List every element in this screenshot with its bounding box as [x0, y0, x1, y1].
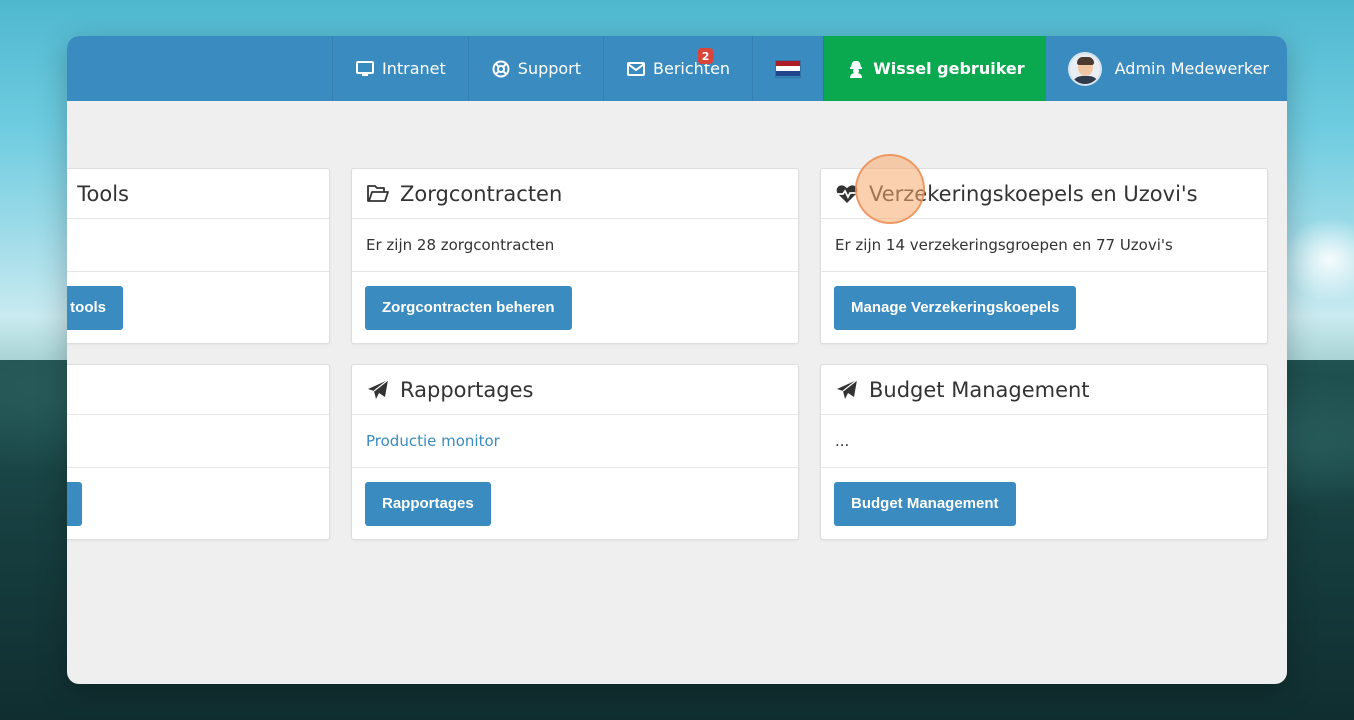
card-tools-title: Tools: [77, 181, 129, 206]
paper-plane-icon: [368, 379, 389, 399]
budget-body-text: ...: [835, 432, 850, 450]
nav-support-label: Support: [517, 59, 582, 78]
card-zorgcontracten-title: Zorgcontracten: [400, 181, 563, 206]
user-menu[interactable]: Admin Medewerker: [1044, 36, 1287, 101]
nav-intranet-label: Intranet: [382, 59, 446, 78]
card-budget-management-title: Budget Management: [869, 377, 1090, 402]
tools-button-label: tools: [70, 299, 106, 316]
netherlands-flag-icon: [775, 59, 802, 78]
nav-language[interactable]: [752, 36, 823, 101]
card-tools-header: Tools: [67, 169, 329, 219]
nav-berichten[interactable]: Berichten 2: [603, 36, 752, 101]
left-second-button[interactable]: [67, 481, 82, 526]
switch-user-label: Wissel gebruiker: [873, 59, 1025, 78]
card-budget-management-header: Budget Management: [821, 365, 1267, 415]
verzekering-count-text: Er zijn 14 verzekeringsgroepen en 77 Uzo…: [835, 236, 1173, 254]
card-rapportages-footer: Rapportages: [352, 468, 798, 539]
card-zorgcontracten: Zorgcontracten Er zijn 28 zorgcontracten…: [351, 168, 799, 344]
card-left-second-body: [67, 415, 329, 468]
top-navbar: Intranet Support Berichten 2 Wissel gebr…: [67, 36, 1287, 101]
card-tools-body: [67, 219, 329, 272]
zorgcontracten-beheren-button[interactable]: Zorgcontracten beheren: [365, 285, 572, 330]
zorgcontracten-count-text: Er zijn 28 zorgcontracten: [366, 236, 555, 254]
rapportages-button-label: Rapportages: [382, 495, 474, 512]
nav-intranet[interactable]: Intranet: [332, 36, 468, 101]
app-window: Intranet Support Berichten 2 Wissel gebr…: [67, 36, 1287, 684]
card-budget-management: Budget Management ... Budget Management: [820, 364, 1268, 540]
card-zorgcontracten-body: Er zijn 28 zorgcontracten: [352, 219, 798, 272]
zorgcontracten-beheren-label: Zorgcontracten beheren: [382, 299, 555, 316]
card-left-second-footer: [67, 468, 329, 539]
paper-plane-icon: [837, 379, 858, 399]
card-budget-management-footer: Budget Management: [821, 468, 1267, 539]
user-secret-icon: [850, 60, 863, 78]
card-rapportages-title: Rapportages: [400, 377, 534, 402]
card-tools: Tools tools: [67, 168, 330, 344]
card-verzekeringskoepels-footer: Manage Verzekeringskoepels: [821, 272, 1267, 343]
card-budget-management-body: ...: [821, 415, 1267, 468]
manage-verzekeringskoepels-label: Manage Verzekeringskoepels: [851, 299, 1060, 316]
monitor-icon: [356, 60, 374, 76]
card-left-second: [67, 364, 330, 540]
envelope-icon: [627, 61, 646, 76]
lifebuoy-icon: [492, 60, 510, 77]
card-tools-footer: tools: [67, 272, 329, 343]
nav-menu: Intranet Support Berichten 2 Wissel gebr…: [332, 36, 1287, 101]
budget-management-button[interactable]: Budget Management: [834, 481, 1016, 526]
card-zorgcontracten-footer: Zorgcontracten beheren: [352, 272, 798, 343]
manage-verzekeringskoepels-button[interactable]: Manage Verzekeringskoepels: [834, 285, 1077, 330]
folder-open-icon: [367, 184, 389, 202]
productie-monitor-link[interactable]: Productie monitor: [366, 432, 500, 450]
nav-berichten-label: Berichten: [653, 59, 731, 78]
tools-button[interactable]: tools: [67, 285, 123, 330]
budget-management-button-label: Budget Management: [851, 495, 999, 512]
nav-support[interactable]: Support: [467, 36, 603, 101]
card-verzekeringskoepels-body: Er zijn 14 verzekeringsgroepen en 77 Uzo…: [821, 219, 1267, 272]
card-rapportages-body: Productie monitor: [352, 415, 798, 468]
user-name: Admin Medewerker: [1114, 59, 1269, 78]
card-zorgcontracten-header: Zorgcontracten: [352, 169, 798, 219]
card-rapportages-header: Rapportages: [352, 365, 798, 415]
card-left-second-header: [67, 365, 329, 415]
switch-user-button[interactable]: Wissel gebruiker: [823, 36, 1045, 101]
rapportages-button[interactable]: Rapportages: [365, 481, 491, 526]
unread-badge: 2: [698, 48, 714, 64]
click-highlight: [855, 154, 925, 224]
avatar: [1067, 51, 1102, 86]
card-rapportages: Rapportages Productie monitor Rapportage…: [351, 364, 799, 540]
